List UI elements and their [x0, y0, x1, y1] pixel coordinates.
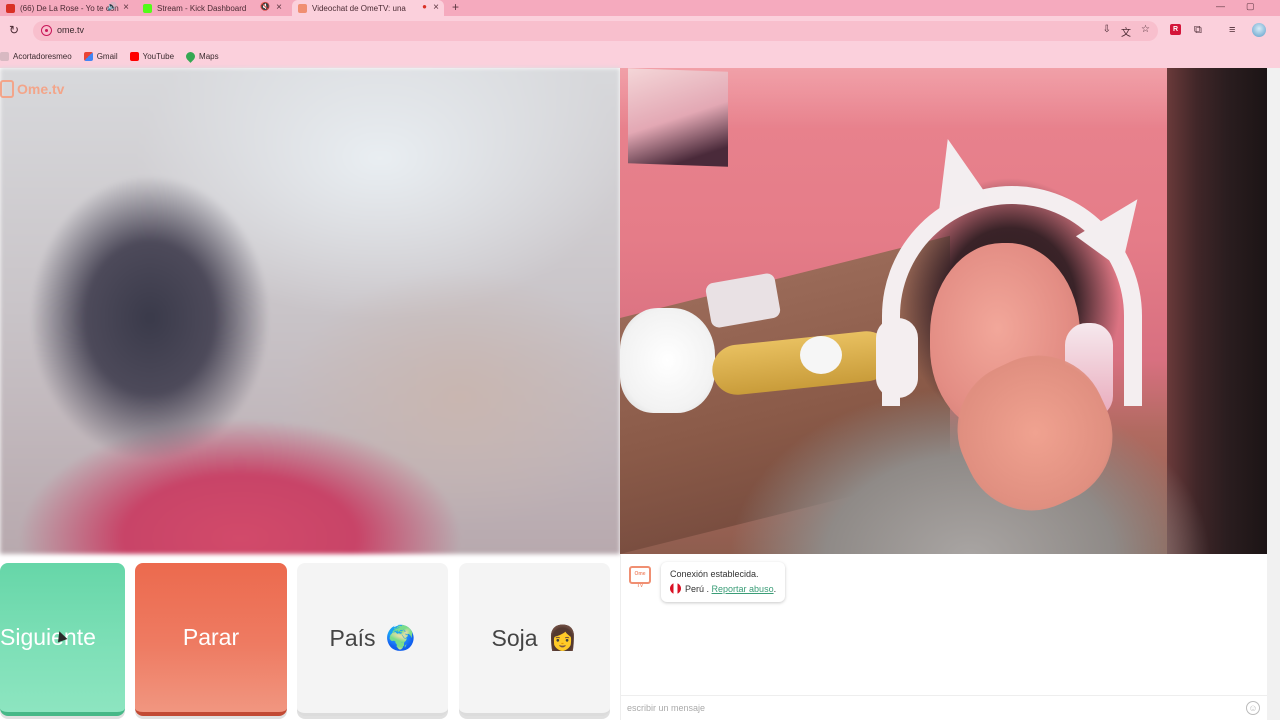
message-input[interactable]	[627, 701, 1227, 715]
muted-speaker-icon[interactable]: 🔇	[260, 2, 270, 11]
translate-icon[interactable]: 文	[1121, 24, 1131, 39]
self-camera-video	[620, 68, 1267, 554]
tab-title: (66) De La Rose - Yo te con	[20, 3, 119, 13]
country-button[interactable]: País 🌍	[297, 563, 448, 716]
close-tab-icon[interactable]: ×	[123, 2, 129, 13]
country-button-label: País	[329, 624, 376, 651]
emoji-smile-icon[interactable]: ☺	[1246, 701, 1260, 715]
install-app-icon[interactable]: ⇩	[1103, 24, 1111, 39]
tab-ometv[interactable]: Videochat de OmeTV: una ● ×	[292, 0, 444, 16]
bookmark-label: Gmail	[96, 51, 118, 61]
speaker-icon[interactable]: 🔊	[107, 2, 117, 11]
gender-button[interactable]: Soja 👩	[459, 563, 610, 716]
globe-icon: 🌍	[385, 624, 416, 652]
youtube-icon	[129, 51, 139, 61]
tab-title: Stream - Kick Dashboard	[157, 3, 247, 13]
partner-info: Perú . Reportar abuso.	[670, 582, 776, 597]
bookmark-youtube[interactable]: YouTube	[129, 51, 175, 61]
url-text[interactable]: ome.tv	[57, 25, 84, 35]
stranger-video	[0, 68, 620, 554]
system-message: Conexión establecida. Perú . Reportar ab…	[661, 562, 786, 602]
bookmark-maps[interactable]: Maps	[184, 49, 219, 63]
profile-avatar-icon[interactable]	[1252, 23, 1266, 37]
site-info-icon[interactable]	[41, 25, 52, 36]
chat-logo-text: Ome TV	[634, 571, 646, 589]
stop-button-label: Parar	[182, 624, 240, 650]
ometv-favicon-icon	[298, 3, 307, 13]
partner-country: Perú	[685, 584, 705, 594]
extensions-icon[interactable]: ⧉	[1194, 24, 1202, 37]
logo-text: Ome.tv	[17, 81, 65, 97]
reload-icon[interactable]: ↻	[9, 23, 19, 37]
bookmarks-bar: Acortadoresmeo Gmail YouTube Maps	[0, 46, 1280, 66]
scene-poster	[628, 68, 728, 167]
new-tab-icon[interactable]: +	[452, 0, 459, 14]
message-bar: ☺	[621, 695, 1268, 720]
connection-status-text: Conexión establecida.	[670, 569, 759, 579]
gmail-icon	[83, 51, 93, 61]
peru-flag-icon	[670, 583, 681, 594]
tab-kick[interactable]: Stream - Kick Dashboard 🔇 ×	[137, 0, 287, 16]
stop-button[interactable]: Parar	[135, 563, 287, 716]
scene-plush-toy	[620, 308, 715, 413]
bookmark-label: Acortadoresmeo	[13, 51, 72, 61]
separator: .	[704, 584, 712, 594]
report-abuse-link[interactable]: Reportar abuso	[712, 584, 774, 594]
ometv-logo: Ome.tv	[0, 80, 64, 98]
tab-strip: (66) De La Rose - Yo te con 🔊 × Stream -…	[0, 0, 1280, 16]
next-button-label: Siguiente	[0, 624, 96, 650]
ometv-chat-logo-icon: Ome TV	[629, 566, 651, 589]
bookmark-label: YouTube	[142, 51, 175, 61]
ometv-page: Ome.tv Siguiente Parar País 🌍 Soja 👩 Ome…	[0, 68, 1280, 720]
close-tab-icon[interactable]: ×	[433, 2, 439, 13]
woman-icon: 👩	[547, 624, 578, 652]
recording-icon: ●	[422, 2, 427, 11]
maps-pin-icon	[184, 49, 197, 63]
close-tab-icon[interactable]: ×	[276, 2, 282, 13]
kick-favicon-icon	[143, 3, 152, 13]
minimize-icon[interactable]: —	[1216, 0, 1225, 12]
bookmark-star-icon[interactable]: ☆	[1141, 24, 1150, 39]
tv-icon	[0, 80, 14, 98]
page-scrollbar[interactable]	[1267, 68, 1280, 720]
tab-youtube[interactable]: (66) De La Rose - Yo te con 🔊 ×	[0, 0, 134, 16]
youtube-favicon-icon	[6, 3, 15, 13]
bookmark-label: Maps	[199, 51, 219, 61]
headphone-cup-left	[876, 318, 918, 398]
separator: .	[773, 584, 777, 594]
address-bar[interactable]: ome.tv ⇩ 文 ☆	[33, 21, 1158, 41]
chat-panel: Ome TV Conexión establecida. Perú . Repo…	[620, 554, 1268, 720]
tab-title: Videochat de OmeTV: una	[312, 3, 406, 13]
maximize-icon[interactable]: ▢	[1246, 0, 1255, 12]
bookmark-gmail[interactable]: Gmail	[83, 51, 118, 61]
bookmark-acortadores[interactable]: Acortadoresmeo	[0, 51, 72, 61]
reading-list-icon[interactable]: ≡	[1229, 24, 1235, 36]
extension-red-icon[interactable]: R	[1170, 24, 1181, 35]
folder-icon	[0, 51, 9, 61]
gender-button-label: Soja	[491, 624, 538, 651]
browser-toolbar: ↻ ome.tv ⇩ 文 ☆ R ⧉ ≡	[0, 16, 1280, 46]
